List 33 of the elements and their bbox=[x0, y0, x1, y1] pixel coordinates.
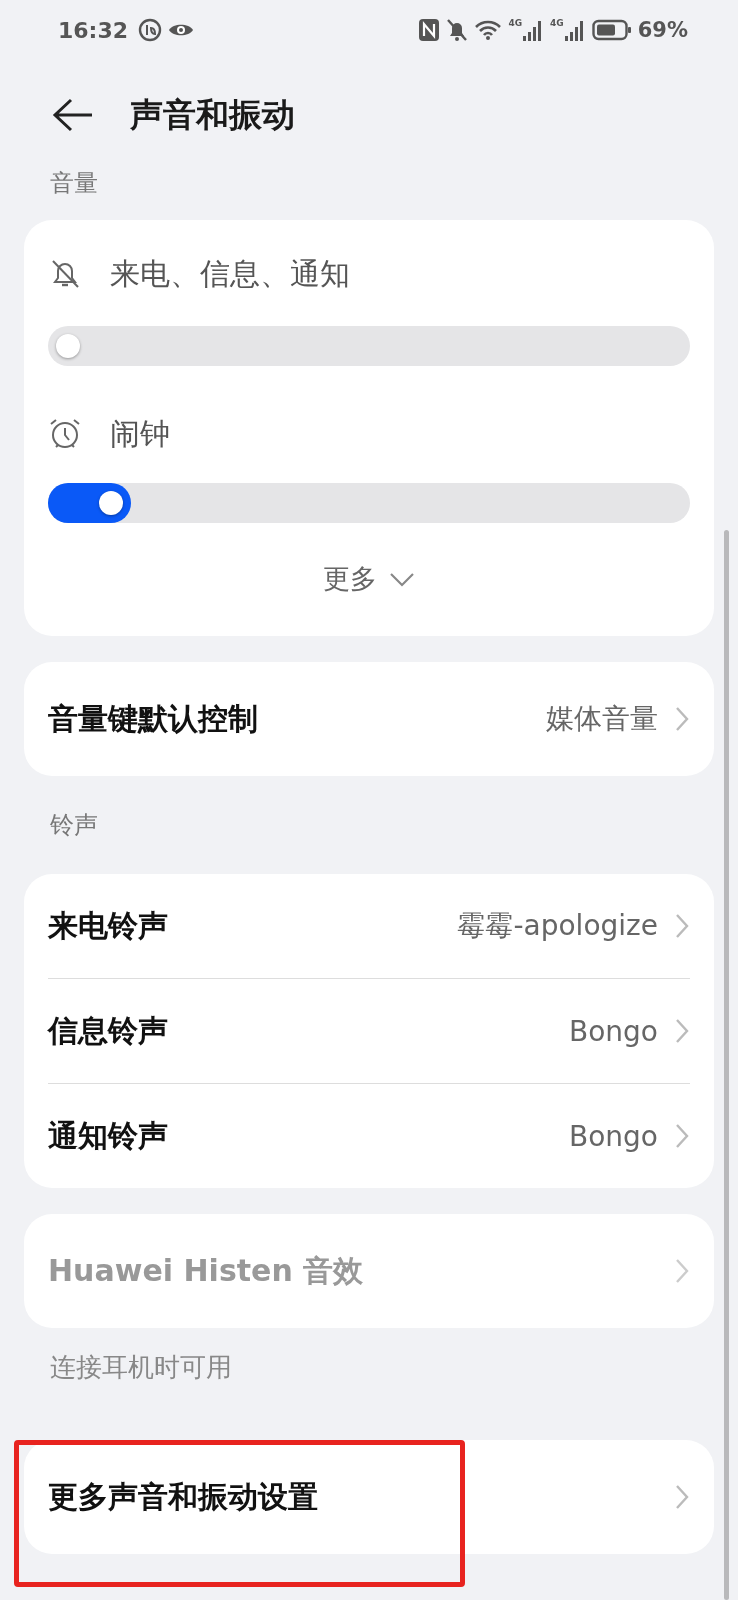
chevron-right-icon bbox=[674, 705, 690, 733]
alarm-clock-icon bbox=[48, 417, 82, 451]
list-item[interactable]: 通知铃声 Bongo bbox=[48, 1083, 690, 1188]
chevron-right-icon bbox=[674, 1483, 690, 1511]
chevron-right-icon bbox=[674, 912, 690, 940]
bell-slash-icon bbox=[446, 18, 469, 42]
volume-slider[interactable] bbox=[48, 483, 690, 523]
volume-label: 来电、信息、通知 bbox=[110, 254, 350, 293]
list-item: Huawei Histen 音效 bbox=[24, 1214, 714, 1328]
signal-icon bbox=[563, 18, 586, 42]
list-item[interactable]: 更多声音和振动设置 bbox=[24, 1440, 714, 1554]
chevron-right-icon bbox=[674, 1257, 690, 1285]
list-item[interactable]: 来电铃声 霉霉-apologize bbox=[48, 874, 690, 978]
leaf-badge-icon bbox=[138, 18, 163, 42]
battery-percent: 69% bbox=[637, 18, 688, 42]
status-time: 16:32 bbox=[58, 17, 129, 43]
section-label: 音量 bbox=[49, 170, 98, 199]
chevron-right-icon bbox=[674, 1122, 690, 1150]
back-icon[interactable] bbox=[52, 98, 94, 132]
caption: 连接耳机时可用 bbox=[49, 1351, 233, 1384]
more-button[interactable]: 更多 bbox=[315, 545, 423, 613]
network-type: 4G bbox=[508, 18, 523, 28]
chevron-right-icon bbox=[674, 1017, 690, 1045]
list-item[interactable]: 信息铃声 Bongo bbox=[48, 978, 690, 1083]
list-item[interactable]: 音量键默认控制 媒体音量 bbox=[24, 662, 714, 776]
volume-label: 闹钟 bbox=[110, 414, 170, 453]
wifi-icon bbox=[474, 19, 503, 41]
nfc-icon bbox=[418, 18, 441, 42]
network-type: 4G bbox=[550, 18, 564, 28]
volume-slider[interactable] bbox=[48, 326, 690, 366]
section-label: 铃声 bbox=[49, 810, 99, 841]
battery-icon bbox=[591, 19, 632, 41]
page-title: 声音和振动 bbox=[130, 93, 295, 136]
